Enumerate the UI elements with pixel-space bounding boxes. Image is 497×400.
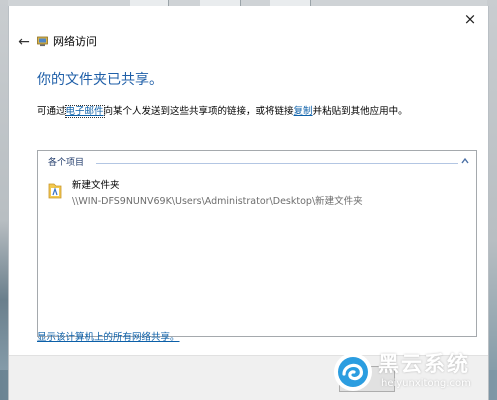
share-description: 可通过电子邮件向某个人发送到这些共享项的链接，或将链接复制并粘贴到其他应用中。 — [37, 105, 408, 119]
desc-text-after: 并粘贴到其他应用中。 — [312, 106, 408, 117]
item-path: \\WIN-DFS9NUNV69K\Users\Administrator\De… — [72, 196, 363, 207]
close-icon: × — [463, 10, 477, 28]
group-divider — [96, 163, 458, 164]
page-heading: 你的文件夹已共享。 — [37, 72, 163, 88]
desktop-left-edge — [0, 0, 8, 400]
email-link[interactable]: 电子邮件 — [64, 105, 105, 118]
watermark-logo-icon — [334, 353, 372, 391]
watermark-url: heiyunxitong.com — [381, 378, 471, 389]
item-name[interactable]: 新建文件夹 — [72, 179, 120, 193]
desc-text-before: 可通过 — [37, 106, 66, 117]
shared-items-list[interactable]: 各个项目 新建文件夹 \\WIN-DFS9NUNV69K\Users\Admin… — [37, 150, 477, 337]
network-icon — [37, 36, 48, 47]
desc-text-middle: 向某个人发送到这些共享项的链接，或将链接 — [103, 106, 294, 117]
shared-folder-icon — [48, 183, 62, 199]
dialog-title: 网络访问 — [53, 35, 97, 48]
network-access-dialog: × ← 网络访问 你的文件夹已共享。 可通过电子邮件向某个人发送到这些共享项的链… — [8, 6, 489, 400]
copy-link[interactable]: 复制 — [294, 106, 313, 117]
close-button[interactable]: × — [460, 10, 480, 28]
back-button[interactable]: ← — [15, 34, 33, 50]
back-arrow-icon: ← — [18, 34, 30, 50]
show-all-shares-link[interactable]: 显示该计算机上的所有网络共享。 — [37, 331, 180, 345]
watermark-title: 黑云系统 — [378, 352, 470, 376]
chevron-up-icon[interactable] — [460, 155, 470, 167]
group-header: 各个项目 — [48, 158, 85, 168]
